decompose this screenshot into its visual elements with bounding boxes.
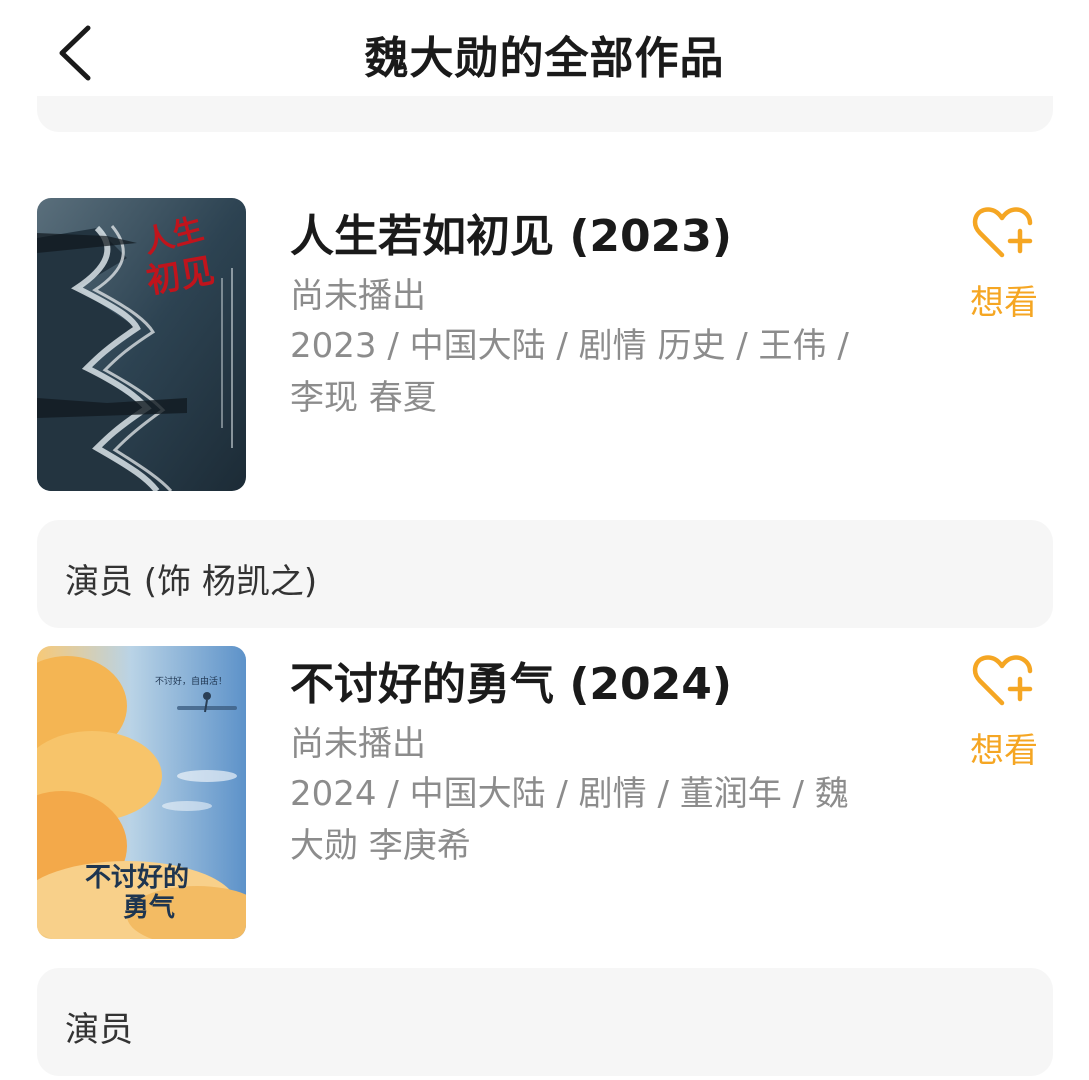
svg-text:不讨好，自由活！: 不讨好，自由活！ (155, 675, 227, 686)
work-meta: 2024 / 中国大陆 / 剧情 / 董润年 / 魏大勋 李庚希 (290, 774, 849, 866)
want-to-watch-button[interactable]: 想看 (962, 653, 1046, 772)
svg-text:不讨好的: 不讨好的 (85, 862, 189, 892)
app-header: 魏大勋的全部作品 (0, 0, 1089, 110)
work-title[interactable]: 人生若如初见 (2023) (290, 200, 732, 264)
poster-image[interactable]: 人生 初见 (37, 198, 246, 491)
heart-plus-icon (972, 655, 1033, 706)
role-box: 演员 (37, 968, 1053, 1076)
role-text: 演员 (饰 杨凯之) (65, 562, 318, 602)
work-status: 尚未播出 (290, 724, 426, 764)
poster-image[interactable]: 不讨好，自由活！ 不讨好的 勇气 (37, 646, 246, 939)
work-status: 尚未播出 (290, 276, 426, 316)
work-title[interactable]: 不讨好的勇气 (2024) (290, 648, 732, 712)
want-to-watch-label: 想看 (970, 283, 1038, 323)
work-meta: 2023 / 中国大陆 / 剧情 历史 / 王伟 / 李现 春夏 (290, 326, 849, 418)
role-box: 演员 (饰 杨凯之) (37, 520, 1053, 628)
page-title: 魏大勋的全部作品 (364, 33, 725, 84)
svg-text:勇气: 勇气 (123, 892, 175, 922)
role-text: 演员 (65, 1010, 133, 1050)
want-to-watch-button[interactable]: 想看 (962, 205, 1046, 324)
previous-role-box (37, 96, 1053, 132)
want-to-watch-label: 想看 (970, 731, 1038, 771)
heart-plus-icon (972, 207, 1033, 258)
